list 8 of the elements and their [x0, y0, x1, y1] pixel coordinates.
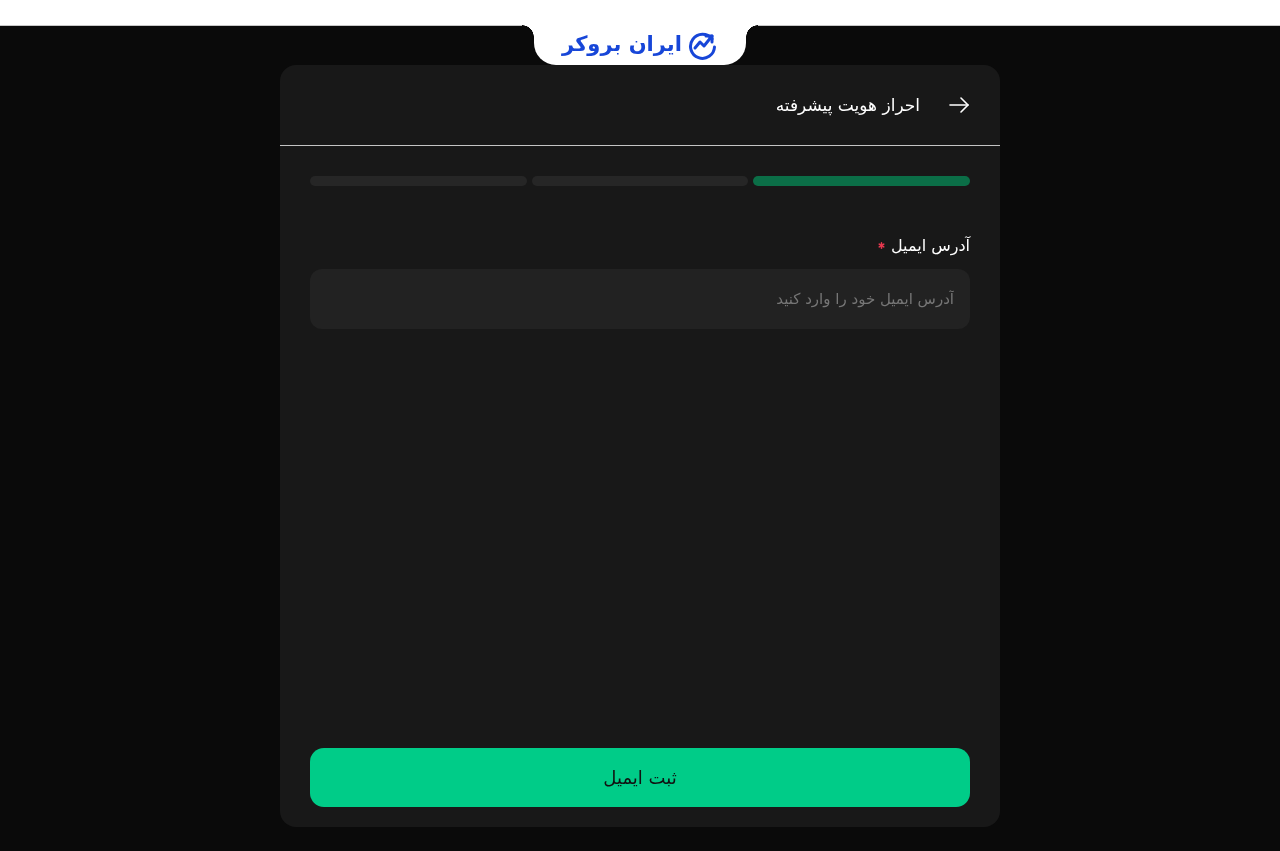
email-input[interactable]: آدرس ایمیل خود را وارد کنید — [310, 269, 970, 329]
chart-circle-icon — [687, 30, 718, 60]
card-title: احراز هویت پیشرفته — [775, 95, 920, 115]
arrow-right-icon — [949, 97, 969, 113]
back-button[interactable] — [948, 94, 970, 116]
email-label: آدرس ایمیل — [891, 236, 970, 255]
logo-text: ایران بروکر — [562, 33, 682, 57]
submit-button[interactable]: ثبت ایمیل — [310, 748, 970, 807]
